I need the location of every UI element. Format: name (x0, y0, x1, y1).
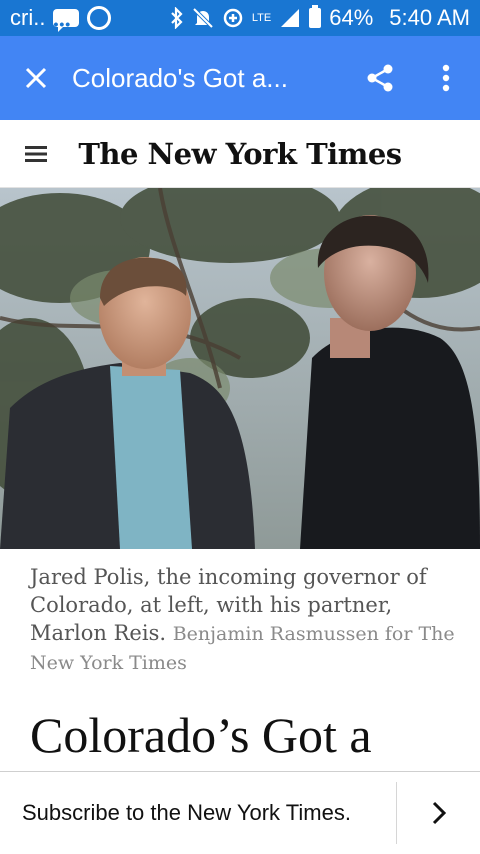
subscribe-button[interactable] (397, 772, 480, 854)
close-button[interactable] (0, 36, 72, 120)
nyt-logo[interactable]: The New York Times (0, 137, 480, 171)
chevron-right-icon (432, 801, 446, 825)
page-title: Colorado's Got a... (72, 62, 288, 93)
status-bar: cri.. ••• LTE 64% 5:40 AM (0, 0, 480, 36)
message-icon: ••• (53, 9, 80, 32)
lte-icon: LTE (251, 12, 272, 24)
signal-icon (279, 7, 301, 29)
close-icon (25, 67, 47, 89)
share-button[interactable] (348, 36, 412, 120)
more-vert-icon (442, 64, 450, 92)
data-saver-icon (222, 7, 244, 29)
masthead: The New York Times (0, 120, 480, 188)
mute-icon (192, 7, 214, 29)
subscribe-banner[interactable]: Subscribe to the New York Times. (0, 771, 480, 854)
app-bar: Colorado's Got a... (0, 36, 480, 120)
subscribe-label[interactable]: Subscribe to the New York Times. (0, 800, 396, 826)
battery-percent: 64% (329, 5, 374, 30)
menu-icon (25, 145, 47, 162)
status-right: LTE 64% 5:40 AM (170, 5, 470, 31)
photo-caption: Jared Polis, the incoming governor of Co… (30, 563, 460, 677)
more-options-button[interactable] (412, 36, 480, 120)
menu-button[interactable] (0, 120, 72, 188)
article-headline: Colorado’s Got a (30, 707, 372, 763)
sync-icon (87, 6, 112, 30)
article-photo[interactable] (0, 188, 480, 549)
share-icon (367, 64, 393, 92)
battery-icon (309, 5, 322, 28)
carrier-label: cri.. (10, 5, 46, 30)
clock: 5:40 AM (389, 5, 470, 30)
bluetooth-icon (170, 7, 184, 29)
status-left: cri.. ••• (10, 5, 112, 32)
